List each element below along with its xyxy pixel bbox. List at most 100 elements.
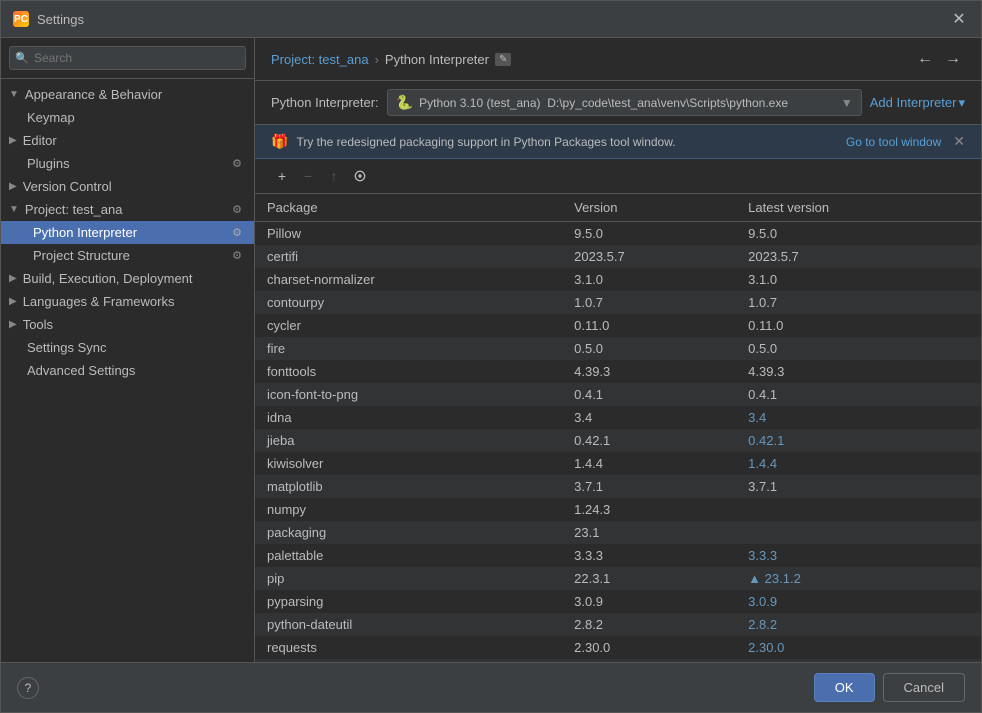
package-name: pip [255,567,562,590]
sidebar-item-project[interactable]: ▼ Project: test_ana ⚙ [1,198,254,221]
footer-left: ? [17,677,39,699]
close-button[interactable]: ✕ [949,9,969,29]
package-version: 1.0.7 [562,291,736,314]
table-row[interactable]: palettable 3.3.3 3.3.3 [255,544,981,567]
package-version: 3.3.3 [562,544,736,567]
sidebar-item-advanced-settings[interactable]: Advanced Settings [1,359,254,382]
package-version: 2023.5.7 [562,245,736,268]
add-package-button[interactable]: + [271,165,293,187]
package-name: palettable [255,544,562,567]
info-banner-right: Go to tool window ✕ [846,133,965,150]
table-row[interactable]: python-dateutil 2.8.2 2.8.2 [255,613,981,636]
help-button[interactable]: ? [17,677,39,699]
package-version: 3.0.9 [562,590,736,613]
cancel-button[interactable]: Cancel [883,673,965,702]
package-name: python-dateutil [255,613,562,636]
sidebar-item-python-interpreter[interactable]: Python Interpreter ⚙ [1,221,254,244]
package-name: fonttools [255,360,562,383]
table-row[interactable]: idna 3.4 3.4 [255,406,981,429]
package-version: 0.5.0 [562,337,736,360]
package-name: numpy [255,498,562,521]
package-version: 0.42.1 [562,429,736,452]
package-latest: 3.3.3 [736,544,981,567]
package-latest: 2.8.2 [736,613,981,636]
package-latest: 3.1.0 [736,268,981,291]
sidebar-item-project-structure[interactable]: Project Structure ⚙ [1,244,254,267]
package-latest: 3.7.1 [736,475,981,498]
search-input[interactable] [9,46,246,70]
table-row[interactable]: packaging 23.1 [255,521,981,544]
title-bar-left: PC Settings [13,11,84,27]
sidebar-item-build[interactable]: ▶ Build, Execution, Deployment [1,267,254,290]
dialog-footer: ? OK Cancel [1,662,981,712]
table-row[interactable]: requests 2.30.0 2.30.0 [255,636,981,659]
ok-button[interactable]: OK [814,673,875,702]
back-button[interactable]: ← [913,48,937,70]
go-to-tool-button[interactable]: Go to tool window [846,135,941,149]
expand-arrow-icon: ▶ [9,319,17,330]
sidebar-item-version-control[interactable]: ▶ Version Control [1,175,254,198]
package-latest: 3.0.9 [736,590,981,613]
sidebar-item-editor[interactable]: ▶ Editor [1,129,254,152]
package-latest: 4.39.3 [736,360,981,383]
info-banner: 🎁 Try the redesigned packaging support i… [255,125,981,159]
sidebar-item-tools[interactable]: ▶ Tools [1,313,254,336]
breadcrumb-current: Python Interpreter [385,52,489,67]
expand-arrow-icon: ▶ [9,296,17,307]
table-row[interactable]: cycler 0.11.0 0.11.0 [255,314,981,337]
close-banner-button[interactable]: ✕ [953,133,965,150]
show-options-button[interactable] [349,165,371,187]
sidebar-item-languages[interactable]: ▶ Languages & Frameworks [1,290,254,313]
package-name: certifi [255,245,562,268]
expand-arrow-icon: ▶ [9,273,17,284]
table-row[interactable]: numpy 1.24.3 [255,498,981,521]
table-row[interactable]: fire 0.5.0 0.5.0 [255,337,981,360]
table-row[interactable]: pip 22.3.1 ▲ 23.1.2 [255,567,981,590]
table-row[interactable]: jieba 0.42.1 0.42.1 [255,429,981,452]
table-row[interactable]: Pillow 9.5.0 9.5.0 [255,222,981,246]
add-interpreter-button[interactable]: Add Interpreter ▾ [870,95,965,111]
table-row[interactable]: icon-font-to-png 0.4.1 0.4.1 [255,383,981,406]
edit-icon[interactable]: ✎ [495,53,511,66]
forward-button[interactable]: → [941,48,965,70]
package-name: requests [255,636,562,659]
table-row[interactable]: charset-normalizer 3.1.0 3.1.0 [255,268,981,291]
package-latest [736,498,981,521]
packages-toolbar: + − ↑ [255,159,981,194]
expand-arrow-icon: ▶ [9,181,17,192]
packages-data-table: Package Version Latest version Pillow 9.… [255,194,981,662]
footer-right: OK Cancel [814,673,965,702]
interpreter-dropdown[interactable]: 🐍 Python 3.10 (test_ana) D:\py_code\test… [387,89,862,116]
package-name: Pillow [255,222,562,246]
package-version: 3.1.0 [562,268,736,291]
table-row[interactable]: contourpy 1.0.7 1.0.7 [255,291,981,314]
upgrade-package-button[interactable]: ↑ [323,165,345,187]
package-version: 4.39.3 [562,360,736,383]
package-latest: 1.0.7 [736,291,981,314]
table-row[interactable]: certifi 2023.5.7 2023.5.7 [255,245,981,268]
settings-icon: ⚙ [232,157,242,170]
package-version: 3.7.1 [562,475,736,498]
sidebar-item-keymap[interactable]: Keymap [1,106,254,129]
app-logo: PC [13,11,29,27]
col-header-version: Version [562,194,736,222]
table-row[interactable]: matplotlib 3.7.1 3.7.1 [255,475,981,498]
sidebar-item-plugins[interactable]: Plugins ⚙ [1,152,254,175]
package-name: pyparsing [255,590,562,613]
breadcrumb-parent[interactable]: Project: test_ana [271,52,369,67]
remove-package-button[interactable]: − [297,165,319,187]
package-version: 2.30.0 [562,636,736,659]
table-row[interactable]: fonttools 4.39.3 4.39.3 [255,360,981,383]
sidebar: 🔍 ▼ Appearance & Behavior Keymap ▶ [1,38,255,662]
package-version: 0.4.1 [562,383,736,406]
table-row[interactable]: kiwisolver 1.4.4 1.4.4 [255,452,981,475]
package-name: matplotlib [255,475,562,498]
sidebar-item-settings-sync[interactable]: Settings Sync [1,336,254,359]
package-latest: 1.4.4 [736,452,981,475]
sidebar-item-appearance[interactable]: ▼ Appearance & Behavior [1,83,254,106]
package-name: contourpy [255,291,562,314]
package-latest: 0.4.1 [736,383,981,406]
table-row[interactable]: pyparsing 3.0.9 3.0.9 [255,590,981,613]
settings-icon: ⚙ [232,203,242,216]
interpreter-label: Python Interpreter: [271,95,379,110]
